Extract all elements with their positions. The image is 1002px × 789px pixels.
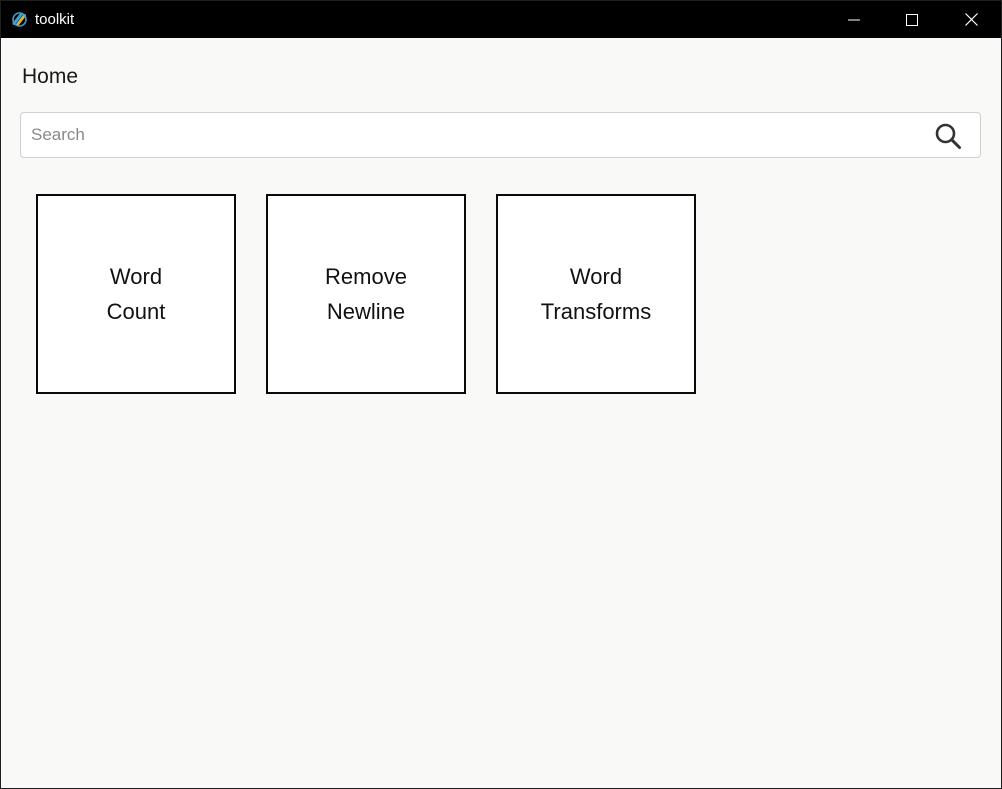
tile-label-line: Word <box>569 264 623 289</box>
title-bar[interactable]: toolkit <box>1 1 1001 38</box>
minimize-button[interactable] <box>825 1 883 38</box>
search-icon[interactable] <box>934 122 962 150</box>
tile-label: Remove Newline <box>325 259 407 329</box>
tool-tile-word-transforms[interactable]: Word Transforms <box>496 194 696 394</box>
app-window: toolkit Home Word Count <box>0 0 1002 789</box>
tile-label: Word Transforms <box>541 259 651 329</box>
tile-label-line: Remove <box>325 264 407 289</box>
minimize-icon <box>848 19 860 20</box>
close-button[interactable] <box>942 1 1000 38</box>
tile-label-line: Transforms <box>540 299 652 324</box>
search-input[interactable] <box>31 113 911 157</box>
app-logo-icon <box>12 12 27 27</box>
close-icon <box>964 13 978 26</box>
search-box[interactable] <box>20 112 981 158</box>
tile-label: Word Count <box>107 259 166 329</box>
maximize-button[interactable] <box>883 1 941 38</box>
tile-label-line: Count <box>106 299 166 324</box>
maximize-icon <box>906 13 918 26</box>
tile-label-line: Newline <box>326 299 406 324</box>
tool-tile-word-count[interactable]: Word Count <box>36 194 236 394</box>
window-title: toolkit <box>35 11 75 28</box>
tile-label-line: Word <box>109 264 163 289</box>
page-title: Home <box>22 65 79 88</box>
tool-tile-remove-newline[interactable]: Remove Newline <box>266 194 466 394</box>
